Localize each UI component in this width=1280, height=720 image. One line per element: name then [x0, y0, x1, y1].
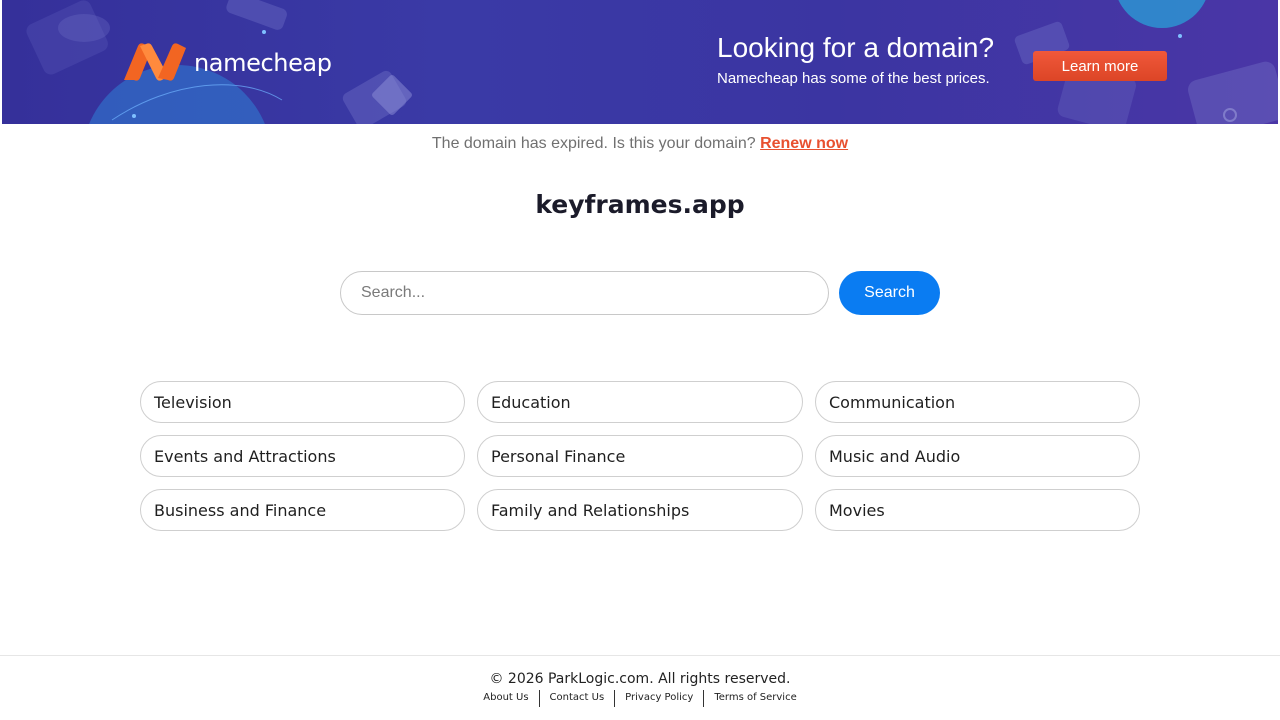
expiry-notice: The domain has expired. Is this your dom…	[0, 135, 1280, 153]
category-television[interactable]: Television	[140, 381, 465, 423]
footer-copyright: © 2026 ParkLogic.com. All rights reserve…	[489, 671, 791, 687]
footer-divider	[0, 655, 1280, 656]
category-events-and-attractions[interactable]: Events and Attractions	[140, 435, 465, 477]
parked-domain-page: namecheap Looking for a domain? Namechea…	[0, 0, 1280, 720]
category-personal-finance[interactable]: Personal Finance	[477, 435, 803, 477]
namecheap-logo-icon	[124, 43, 186, 81]
footer-link-privacy-policy[interactable]: Privacy Policy	[615, 689, 703, 707]
category-communication[interactable]: Communication	[815, 381, 1140, 423]
logo-text: namecheap	[194, 49, 332, 77]
namecheap-banner[interactable]: namecheap Looking for a domain? Namechea…	[2, 0, 1278, 124]
footer-link-contact-us[interactable]: Contact Us	[540, 689, 615, 707]
promo-subtitle: Namecheap has some of the best prices.	[717, 70, 990, 87]
search-input[interactable]	[340, 271, 829, 315]
learn-more-button[interactable]: Learn more	[1033, 51, 1167, 81]
expiry-notice-text: The domain has expired. Is this your dom…	[431, 135, 756, 152]
category-movies[interactable]: Movies	[815, 489, 1140, 531]
category-family-and-relationships[interactable]: Family and Relationships	[477, 489, 803, 531]
category-business-and-finance[interactable]: Business and Finance	[140, 489, 465, 531]
renew-now-link[interactable]: Renew now	[760, 135, 848, 152]
namecheap-logo[interactable]: namecheap	[122, 42, 332, 82]
footer-link-terms-of-service[interactable]: Terms of Service	[704, 689, 806, 707]
category-grid: Television Education Communication Event…	[140, 381, 1140, 531]
footer-links: About Us Contact Us Privacy Policy Terms…	[0, 689, 1280, 707]
category-education[interactable]: Education	[477, 381, 803, 423]
search-button[interactable]: Search	[839, 271, 940, 315]
category-music-and-audio[interactable]: Music and Audio	[815, 435, 1140, 477]
promo-title: Looking for a domain?	[717, 32, 995, 63]
footer-link-about-us[interactable]: About Us	[473, 689, 538, 707]
domain-title: keyframes.app	[535, 190, 745, 219]
